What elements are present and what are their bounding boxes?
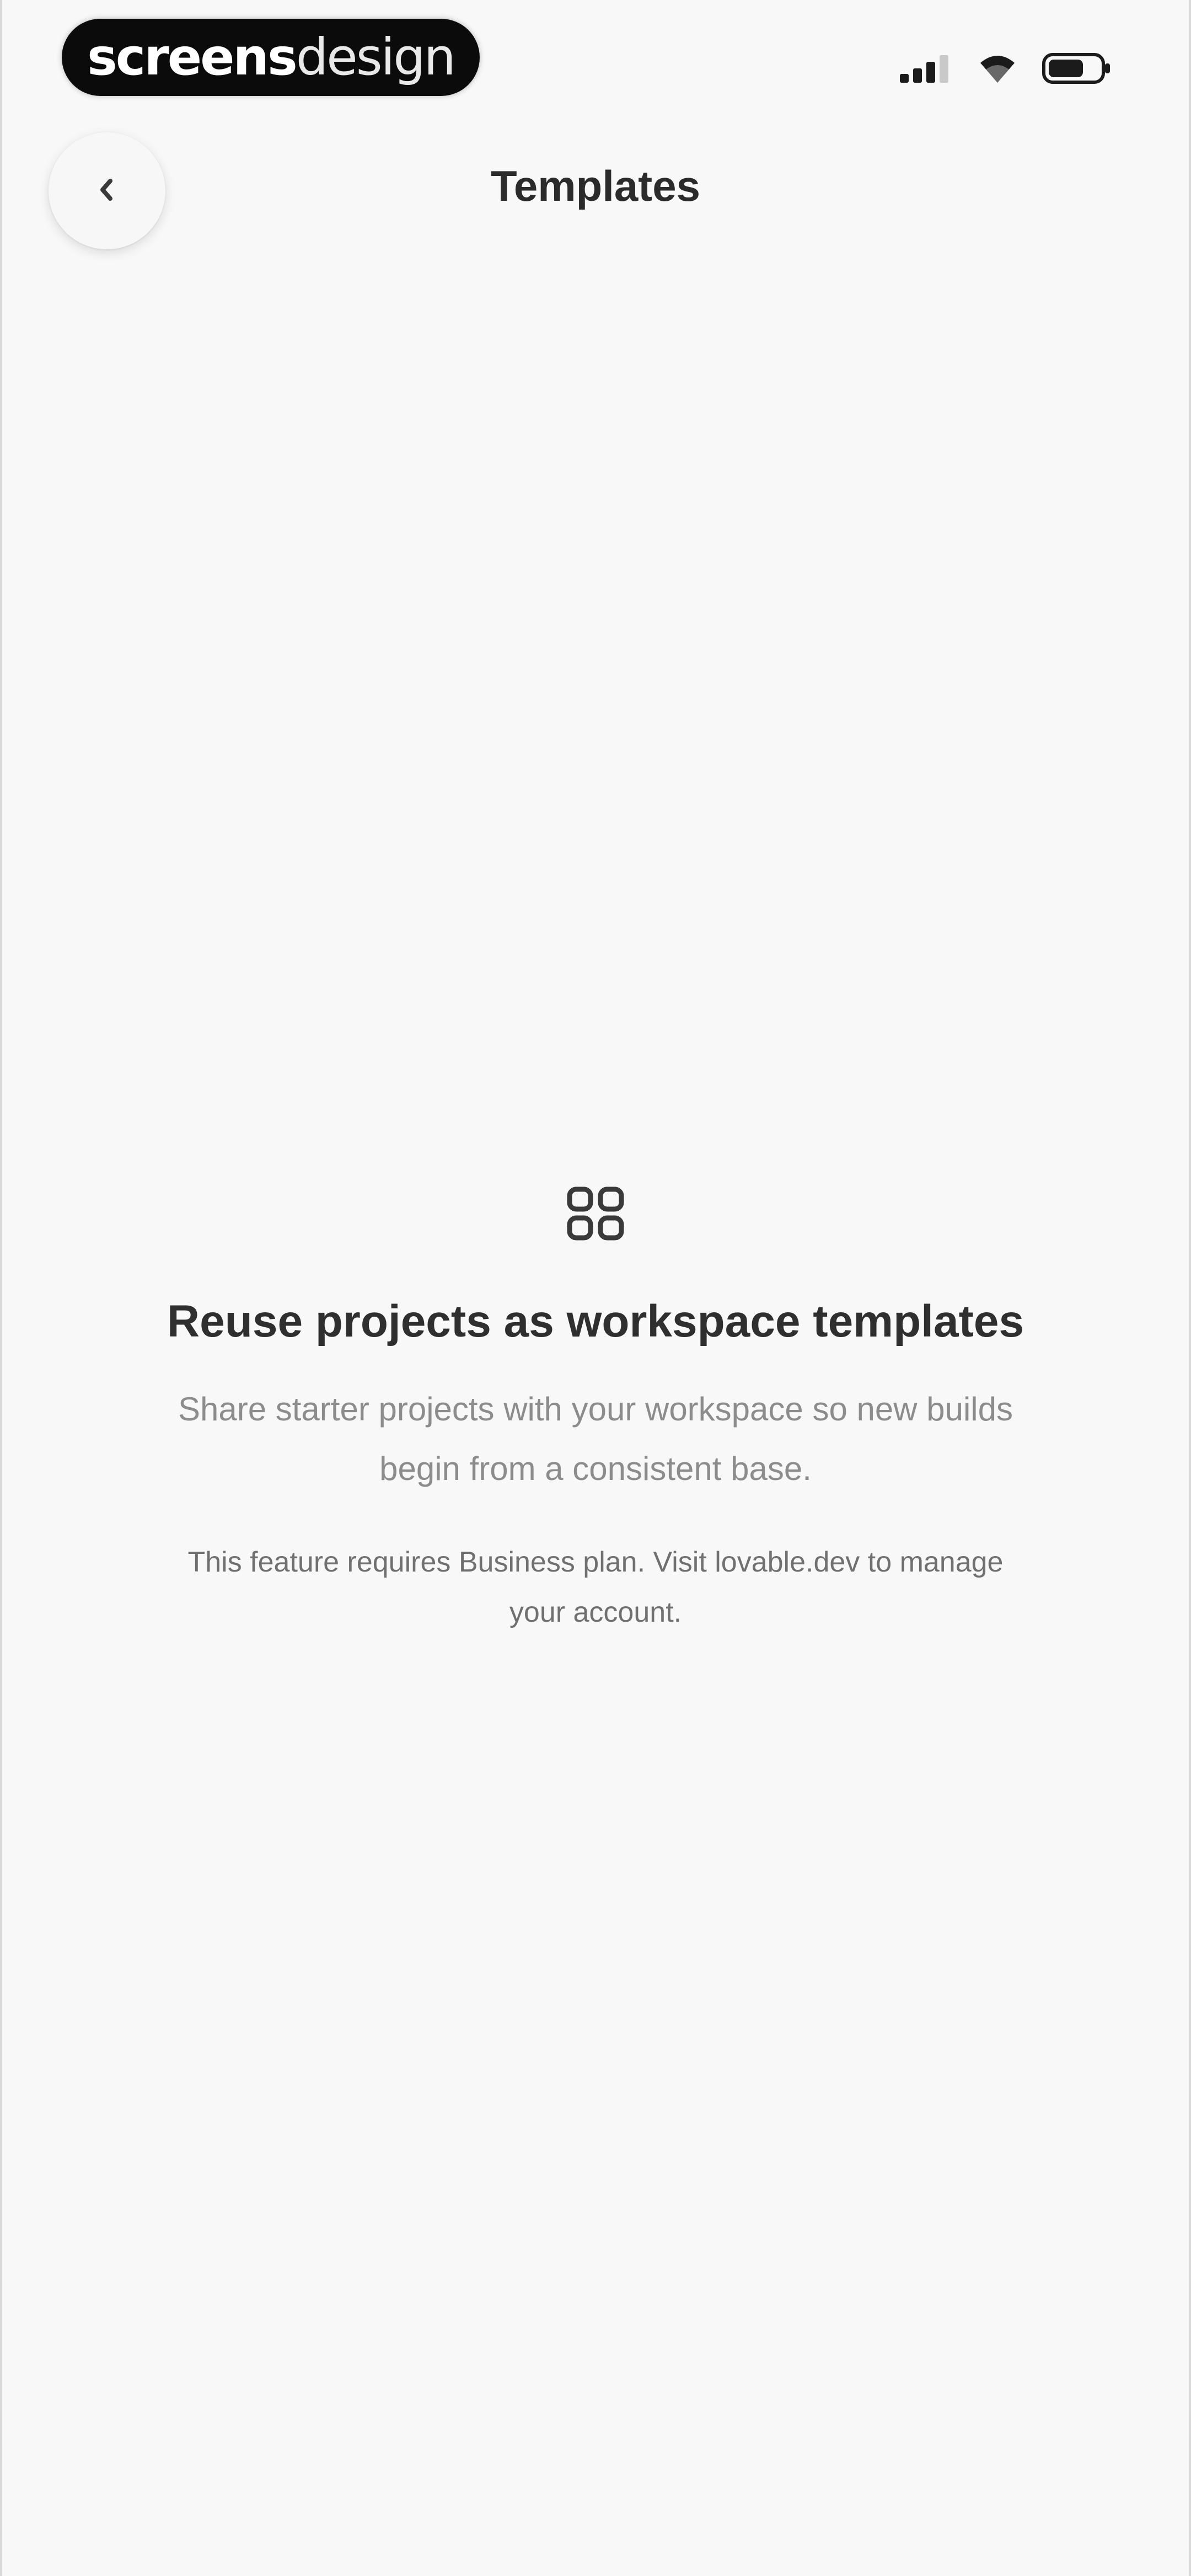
- brand-logo-bold: screens: [87, 28, 298, 87]
- wifi-icon: [978, 53, 1017, 84]
- plan-requirement-note: This feature requires Business plan. Vis…: [187, 1546, 1004, 1629]
- brand-logo-light: design: [296, 28, 456, 87]
- templates-screen: screensdesign Templates Reuse projects a…: [0, 0, 1191, 2576]
- status-bar: screensdesign: [2, 0, 1189, 110]
- brand-logo: screensdesign: [62, 19, 480, 96]
- templates-grid-icon: [565, 1186, 626, 1244]
- nav-header: Templates: [2, 121, 1189, 259]
- cellular-signal-icon: [900, 54, 953, 83]
- empty-state: Reuse projects as workspace templates Sh…: [2, 1186, 1189, 1638]
- battery-icon: [1042, 53, 1112, 84]
- empty-state-description: Share starter projects with your workspa…: [178, 1391, 1013, 1488]
- empty-state-title: Reuse projects as workspace templates: [167, 1296, 1024, 1346]
- page-title: Templates: [490, 162, 701, 210]
- status-icons: [900, 51, 1112, 86]
